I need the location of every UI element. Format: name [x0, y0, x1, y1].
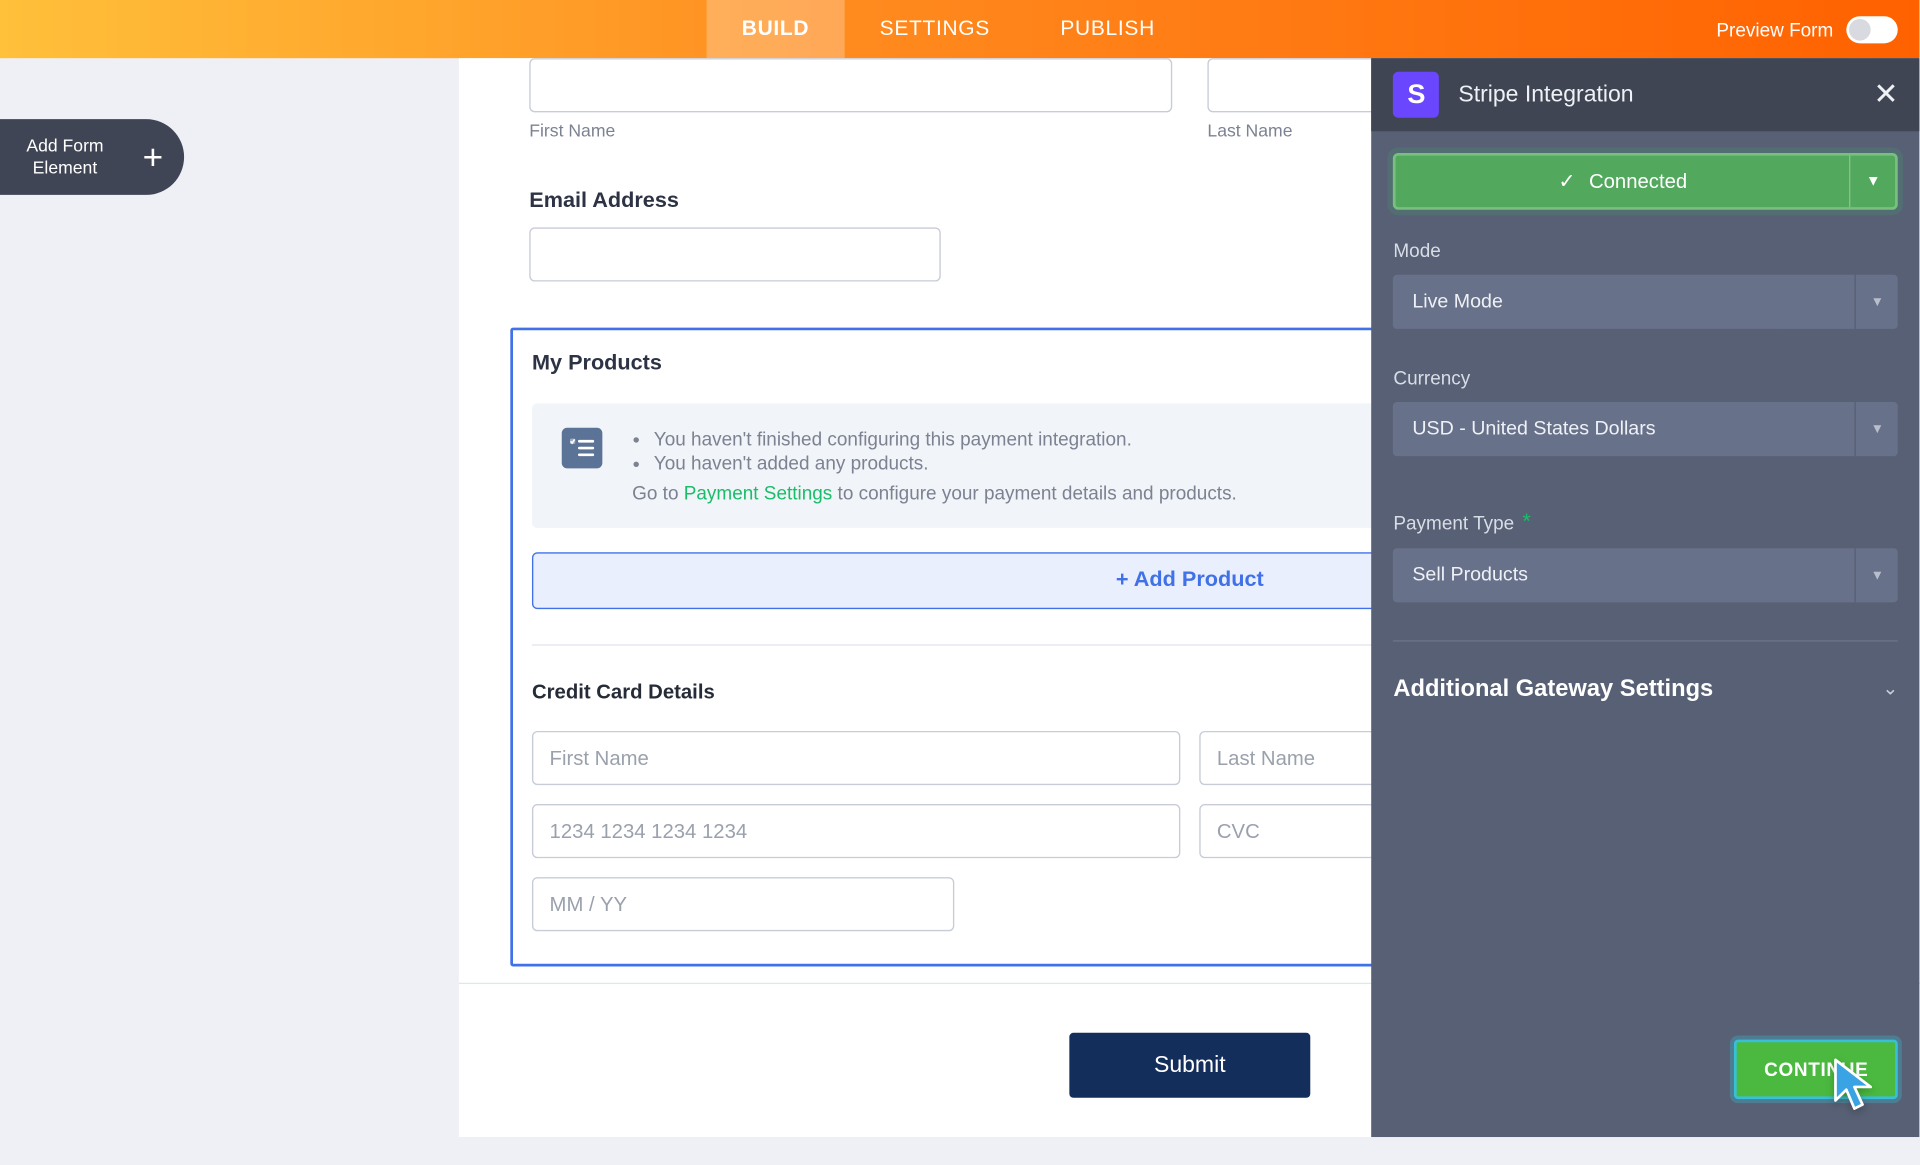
connection-dropdown-arrow[interactable]: ▼	[1850, 156, 1896, 207]
accordion-title: Additional Gateway Settings	[1393, 674, 1713, 702]
continue-button[interactable]: CONTINUE	[1734, 1040, 1898, 1100]
required-star-icon: *	[1522, 510, 1530, 534]
cc-number[interactable]	[532, 804, 1180, 858]
tab-publish[interactable]: PUBLISH	[1025, 0, 1190, 58]
cc-first-name[interactable]	[532, 731, 1180, 785]
connection-status-button[interactable]: ✓ Connected ▼	[1393, 153, 1898, 210]
payment-type-select[interactable]: Sell Products ▼	[1393, 548, 1898, 602]
panel-header: S Stripe Integration ✕	[1372, 58, 1920, 131]
chevron-down-icon: ▼	[1855, 402, 1898, 456]
toggle-knob	[1850, 18, 1872, 40]
currency-value: USD - United States Dollars	[1393, 418, 1855, 440]
payment-settings-link[interactable]: Payment Settings	[684, 482, 833, 504]
add-form-element-label: Add FormElement	[0, 135, 122, 179]
mode-label: Mode	[1393, 240, 1898, 262]
chevron-down-icon: ⌄	[1882, 677, 1898, 700]
chevron-down-icon: ▼	[1855, 548, 1898, 602]
tab-build[interactable]: BUILD	[707, 0, 845, 58]
payment-type-value: Sell Products	[1393, 564, 1855, 586]
check-icon: ✓	[1558, 169, 1575, 193]
info-line-2: You haven't added any products.	[654, 452, 1237, 474]
panel-separator	[1393, 640, 1898, 641]
mode-value: Live Mode	[1393, 291, 1855, 313]
email-input[interactable]	[529, 227, 940, 281]
payment-settings-hint: Go to Payment Settings to configure your…	[632, 482, 1237, 504]
cc-expiry[interactable]	[532, 877, 954, 931]
add-form-element-button[interactable]: Add FormElement +	[0, 119, 184, 195]
preview-form-toggle-group: Preview Form	[1716, 16, 1898, 43]
payment-type-label: Payment Type*	[1393, 510, 1898, 534]
nav-tabs: BUILD SETTINGS PUBLISH	[707, 0, 1191, 58]
info-line-1: You haven't finished configuring this pa…	[654, 428, 1237, 450]
top-nav: BUILD SETTINGS PUBLISH Preview Form	[0, 0, 1920, 58]
mode-select[interactable]: Live Mode ▼	[1393, 275, 1898, 329]
plus-icon: +	[122, 136, 184, 178]
first-name-input[interactable]	[529, 58, 1172, 112]
preview-form-label: Preview Form	[1716, 18, 1833, 40]
tab-settings[interactable]: SETTINGS	[844, 0, 1025, 58]
currency-label: Currency	[1393, 367, 1898, 389]
additional-gateway-accordion[interactable]: Additional Gateway Settings ⌄	[1393, 669, 1898, 727]
preview-form-toggle[interactable]	[1847, 16, 1898, 43]
currency-select[interactable]: USD - United States Dollars ▼	[1393, 402, 1898, 456]
connected-label: Connected	[1589, 170, 1687, 193]
submit-button[interactable]: Submit	[1069, 1033, 1310, 1098]
checklist-icon	[562, 428, 603, 469]
panel-title: Stripe Integration	[1458, 81, 1854, 108]
stripe-logo-icon: S	[1393, 72, 1439, 118]
first-name-sublabel: First Name	[529, 120, 1172, 140]
chevron-down-icon: ▼	[1855, 275, 1898, 329]
stripe-integration-panel: S Stripe Integration ✕ ✓ Connected ▼ Mod…	[1372, 58, 1920, 1137]
close-icon[interactable]: ✕	[1873, 77, 1898, 112]
